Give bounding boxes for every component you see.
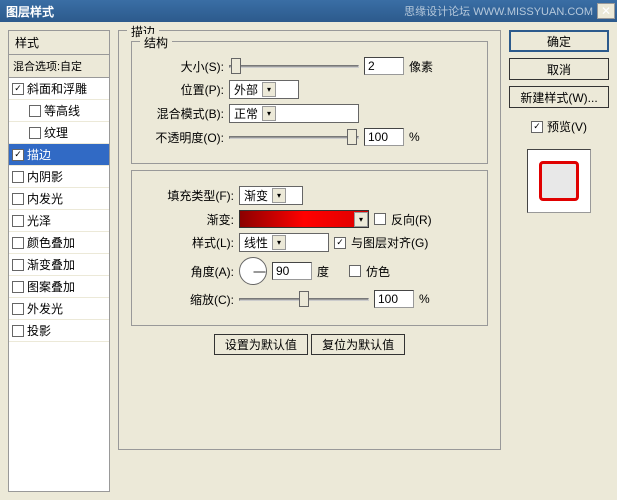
style-checkbox[interactable] bbox=[29, 105, 41, 117]
opacity-slider[interactable] bbox=[229, 128, 359, 146]
blend-mode-label: 混合模式(B): bbox=[144, 105, 224, 122]
chevron-down-icon: ▾ bbox=[272, 188, 286, 203]
style-checkbox[interactable] bbox=[12, 215, 24, 227]
angle-input[interactable] bbox=[272, 262, 312, 280]
style-dropdown[interactable]: 线性▾ bbox=[239, 233, 329, 252]
preview-label: 预览(V) bbox=[547, 118, 587, 135]
style-item-label: 图案叠加 bbox=[27, 278, 75, 295]
fill-type-dropdown[interactable]: 渐变▾ bbox=[239, 186, 303, 205]
styles-header: 样式 bbox=[9, 31, 109, 55]
angle-unit: 度 bbox=[317, 263, 329, 280]
style-item-4[interactable]: 内阴影 bbox=[9, 166, 109, 188]
style-item-3[interactable]: ✓描边 bbox=[9, 144, 109, 166]
style-checkbox[interactable] bbox=[12, 259, 24, 271]
style-checkbox[interactable] bbox=[12, 325, 24, 337]
structure-label: 结构 bbox=[140, 34, 172, 51]
size-input[interactable] bbox=[364, 57, 404, 75]
chevron-down-icon: ▾ bbox=[262, 106, 276, 121]
styles-list-panel: 样式 混合选项:自定 ✓斜面和浮雕等高线纹理✓描边内阴影内发光光泽颜色叠加渐变叠… bbox=[8, 30, 110, 492]
style-item-label: 内发光 bbox=[27, 190, 63, 207]
reset-default-button[interactable]: 复位为默认值 bbox=[311, 334, 405, 355]
scale-input[interactable] bbox=[374, 290, 414, 308]
position-dropdown[interactable]: 外部▾ bbox=[229, 80, 299, 99]
style-item-7[interactable]: 颜色叠加 bbox=[9, 232, 109, 254]
style-checkbox[interactable] bbox=[12, 281, 24, 293]
watermark: 思缘设计论坛 WWW.MISSYUAN.COM bbox=[404, 3, 593, 19]
gradient-swatch[interactable]: ▾ bbox=[239, 210, 369, 228]
style-item-label: 颜色叠加 bbox=[27, 234, 75, 251]
style-checkbox[interactable] bbox=[29, 127, 41, 139]
style-item-label: 渐变叠加 bbox=[27, 256, 75, 273]
gradient-label: 渐变: bbox=[144, 211, 234, 228]
style-item-2[interactable]: 纹理 bbox=[9, 122, 109, 144]
style-checkbox[interactable]: ✓ bbox=[12, 149, 24, 161]
fill-fieldset: 填充类型(F): 渐变▾ 渐变: ▾ 反向(R) 样式(L): 线性▾ ✓ 与图… bbox=[131, 170, 488, 326]
new-style-button[interactable]: 新建样式(W)... bbox=[509, 86, 609, 108]
style-checkbox[interactable]: ✓ bbox=[12, 83, 24, 95]
dialog-body: 样式 混合选项:自定 ✓斜面和浮雕等高线纹理✓描边内阴影内发光光泽颜色叠加渐变叠… bbox=[0, 22, 617, 500]
style-checkbox[interactable] bbox=[12, 237, 24, 249]
reverse-checkbox[interactable] bbox=[374, 213, 386, 225]
opacity-unit: % bbox=[409, 130, 420, 144]
chevron-down-icon: ▾ bbox=[354, 212, 368, 227]
preview-swatch bbox=[539, 161, 579, 201]
side-buttons: 确定 取消 新建样式(W)... ✓ 预览(V) bbox=[509, 30, 609, 492]
scale-slider[interactable] bbox=[239, 290, 369, 308]
style-item-1[interactable]: 等高线 bbox=[9, 100, 109, 122]
opacity-label: 不透明度(O): bbox=[144, 129, 224, 146]
fill-type-label: 填充类型(F): bbox=[144, 187, 234, 204]
style-checkbox[interactable] bbox=[12, 303, 24, 315]
titlebar: 图层样式 思缘设计论坛 WWW.MISSYUAN.COM ✕ bbox=[0, 0, 617, 22]
style-item-label: 纹理 bbox=[44, 124, 68, 141]
style-item-label: 投影 bbox=[27, 322, 51, 339]
close-button[interactable]: ✕ bbox=[597, 3, 615, 19]
stroke-fieldset: 描边 结构 大小(S): 像素 位置(P): 外部▾ 混合模式(B): 正常▾ bbox=[118, 30, 501, 450]
style-checkbox[interactable] bbox=[12, 193, 24, 205]
align-label: 与图层对齐(G) bbox=[351, 234, 428, 251]
dither-checkbox[interactable] bbox=[349, 265, 361, 277]
main-panel: 描边 结构 大小(S): 像素 位置(P): 外部▾ 混合模式(B): 正常▾ bbox=[118, 30, 501, 492]
preview-checkbox[interactable]: ✓ bbox=[531, 121, 543, 133]
style-item-6[interactable]: 光泽 bbox=[9, 210, 109, 232]
ok-button[interactable]: 确定 bbox=[509, 30, 609, 52]
style-item-label: 内阴影 bbox=[27, 168, 63, 185]
angle-label: 角度(A): bbox=[144, 263, 234, 280]
preview-box bbox=[527, 149, 591, 213]
style-item-10[interactable]: 外发光 bbox=[9, 298, 109, 320]
blend-mode-dropdown[interactable]: 正常▾ bbox=[229, 104, 359, 123]
style-item-label: 外发光 bbox=[27, 300, 63, 317]
style-item-0[interactable]: ✓斜面和浮雕 bbox=[9, 78, 109, 100]
reverse-label: 反向(R) bbox=[391, 211, 432, 228]
title-text: 图层样式 bbox=[6, 3, 404, 20]
chevron-down-icon: ▾ bbox=[272, 235, 286, 250]
set-default-button[interactable]: 设置为默认值 bbox=[214, 334, 308, 355]
style-item-label: 描边 bbox=[27, 146, 51, 163]
scale-unit: % bbox=[419, 292, 430, 306]
angle-dial[interactable] bbox=[239, 257, 267, 285]
style-checkbox[interactable] bbox=[12, 171, 24, 183]
opacity-input[interactable] bbox=[364, 128, 404, 146]
cancel-button[interactable]: 取消 bbox=[509, 58, 609, 80]
style-item-9[interactable]: 图案叠加 bbox=[9, 276, 109, 298]
position-label: 位置(P): bbox=[144, 81, 224, 98]
chevron-down-icon: ▾ bbox=[262, 82, 276, 97]
align-checkbox[interactable]: ✓ bbox=[334, 237, 346, 249]
scale-label: 缩放(C): bbox=[144, 291, 234, 308]
size-label: 大小(S): bbox=[144, 58, 224, 75]
style-item-8[interactable]: 渐变叠加 bbox=[9, 254, 109, 276]
style-item-11[interactable]: 投影 bbox=[9, 320, 109, 342]
size-slider[interactable] bbox=[229, 57, 359, 75]
structure-fieldset: 结构 大小(S): 像素 位置(P): 外部▾ 混合模式(B): 正常▾ 不透明… bbox=[131, 41, 488, 164]
style-item-5[interactable]: 内发光 bbox=[9, 188, 109, 210]
dither-label: 仿色 bbox=[366, 263, 390, 280]
style-item-label: 光泽 bbox=[27, 212, 51, 229]
size-unit: 像素 bbox=[409, 58, 433, 75]
blend-options-label[interactable]: 混合选项:自定 bbox=[9, 55, 109, 78]
style-item-label: 斜面和浮雕 bbox=[27, 80, 87, 97]
style-item-label: 等高线 bbox=[44, 102, 80, 119]
style-label: 样式(L): bbox=[144, 234, 234, 251]
close-icon: ✕ bbox=[601, 4, 611, 18]
